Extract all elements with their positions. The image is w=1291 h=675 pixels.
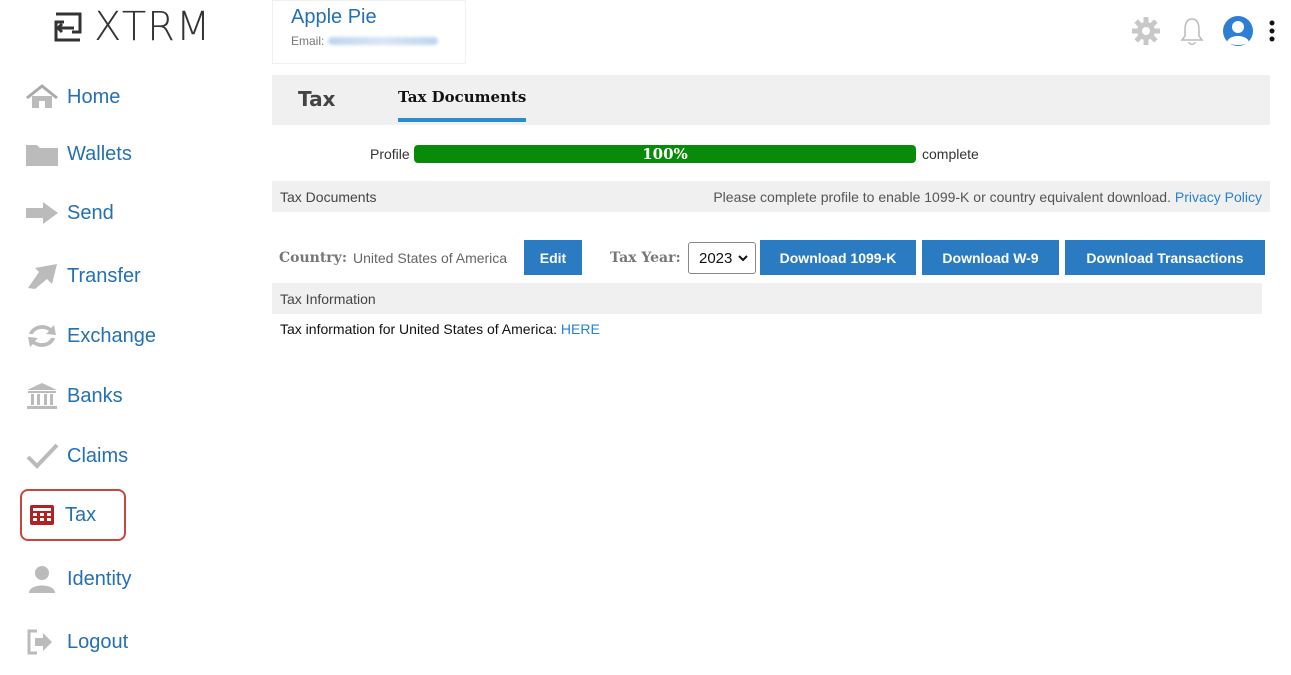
download-1099k-button[interactable]: Download 1099-K xyxy=(760,240,916,275)
sidebar-item-wallets[interactable]: Wallets xyxy=(24,131,132,177)
sidebar-item-home[interactable]: Home xyxy=(24,74,120,120)
sidebar-item-label: Tax xyxy=(65,503,97,526)
user-card: Apple Pie Email: xyxy=(272,0,466,64)
note-text: Please complete profile to enable 1099-K… xyxy=(713,189,1171,205)
sidebar-item-logout[interactable]: Logout xyxy=(24,619,128,665)
bell-icon[interactable] xyxy=(1175,14,1209,48)
tax-information-text: Tax information for United States of Ame… xyxy=(280,321,558,337)
sidebar-item-label: Claims xyxy=(67,444,129,467)
sidebar-item-banks[interactable]: Banks xyxy=(24,373,123,419)
tax-year-label: Tax Year: xyxy=(610,250,681,266)
sidebar-item-identity[interactable]: Identity xyxy=(24,556,131,602)
progress-fill: 100% xyxy=(414,145,916,163)
tax-year-value: 2023 xyxy=(699,249,733,267)
tax-information-title: Tax Information xyxy=(280,291,376,307)
sidebar-item-label: Logout xyxy=(67,630,129,653)
exchange-icon xyxy=(24,320,60,352)
profile-progress: Profile 100% complete xyxy=(272,140,1270,170)
progress-track: 100% xyxy=(414,145,916,163)
sidebar-item-exchange[interactable]: Exchange xyxy=(24,313,156,359)
app-root: XTRM Home Wallets Send Transfer Exchange xyxy=(0,0,1291,675)
tax-year-select[interactable]: 2023 xyxy=(688,242,756,274)
sidebar-item-label: Home xyxy=(67,85,121,108)
tax-information-line: Tax information for United States of Ame… xyxy=(280,321,600,337)
avatar-icon[interactable] xyxy=(1221,14,1255,48)
tab-bar: Tax Tax Documents xyxy=(272,75,1270,125)
gear-icon[interactable] xyxy=(1129,14,1163,48)
checkmark-icon xyxy=(24,440,60,472)
edit-button[interactable]: Edit xyxy=(524,240,582,275)
sidebar-item-claims[interactable]: Claims xyxy=(24,433,128,479)
section-title: Tax xyxy=(298,87,336,111)
more-vertical-icon[interactable] xyxy=(1267,14,1277,48)
sidebar-item-label: Send xyxy=(67,201,114,224)
email-label: Email: xyxy=(291,34,325,48)
sidebar-item-label: Wallets xyxy=(67,142,132,165)
tax-documents-title: Tax Documents xyxy=(280,189,377,205)
country-label: Country: xyxy=(279,250,347,266)
arrow-right-icon xyxy=(24,197,60,229)
sidebar-item-send[interactable]: Send xyxy=(24,190,114,236)
progress-percent: 100% xyxy=(642,145,688,163)
sidebar-item-label: Identity xyxy=(67,567,132,590)
transfer-arrow-icon xyxy=(24,260,60,292)
tax-information-here-link[interactable]: HERE xyxy=(561,321,600,337)
logout-icon xyxy=(24,626,60,658)
email-value-redacted xyxy=(328,37,439,45)
tax-documents-note: Please complete profile to enable 1099-K… xyxy=(713,189,1262,205)
download-w9-button[interactable]: Download W-9 xyxy=(922,240,1059,275)
chevron-down-icon xyxy=(738,255,748,262)
tax-controls: Country: United States of America Edit T… xyxy=(272,240,1270,276)
calculator-icon xyxy=(27,499,57,531)
user-name: Apple Pie xyxy=(291,6,377,28)
user-email: Email: xyxy=(291,34,465,48)
sidebar-item-label: Banks xyxy=(67,384,123,407)
sidebar-item-label: Transfer xyxy=(67,264,141,287)
folder-icon xyxy=(24,138,60,170)
tab-tax-documents[interactable]: Tax Documents xyxy=(398,88,527,122)
user-icon xyxy=(24,563,60,595)
progress-suffix: complete xyxy=(922,146,979,162)
header-actions xyxy=(1129,14,1277,48)
tax-information-bar: Tax Information xyxy=(272,283,1262,314)
progress-label: Profile xyxy=(370,146,410,162)
bank-icon xyxy=(24,380,60,412)
brand-name: XTRM xyxy=(94,4,212,50)
country-value: United States of America xyxy=(353,250,508,266)
xtrm-logo-icon xyxy=(54,12,82,42)
home-icon xyxy=(24,81,60,113)
sidebar-item-label: Exchange xyxy=(67,324,156,347)
tax-documents-bar: Tax Documents Please complete profile to… xyxy=(272,181,1270,212)
brand-logo[interactable]: XTRM xyxy=(50,4,211,50)
sidebar-item-tax[interactable]: Tax xyxy=(20,489,126,541)
sidebar-item-transfer[interactable]: Transfer xyxy=(24,253,141,299)
download-transactions-button[interactable]: Download Transactions xyxy=(1065,240,1265,275)
privacy-policy-link[interactable]: Privacy Policy xyxy=(1175,189,1262,205)
